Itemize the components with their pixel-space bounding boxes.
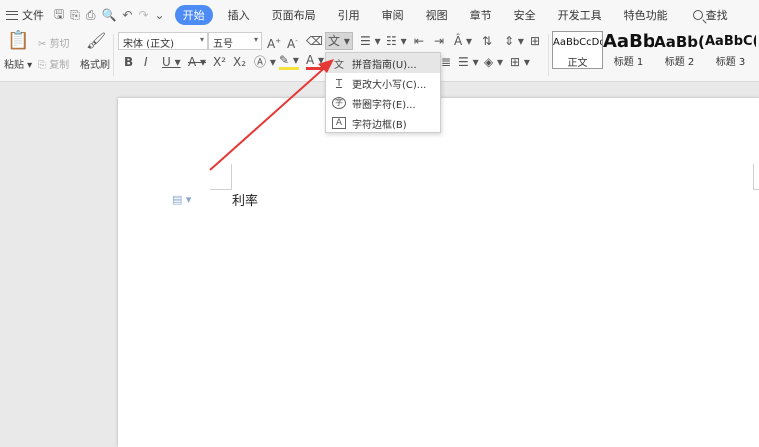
annotation-arrow [209,59,334,171]
arrow-line [209,62,331,171]
